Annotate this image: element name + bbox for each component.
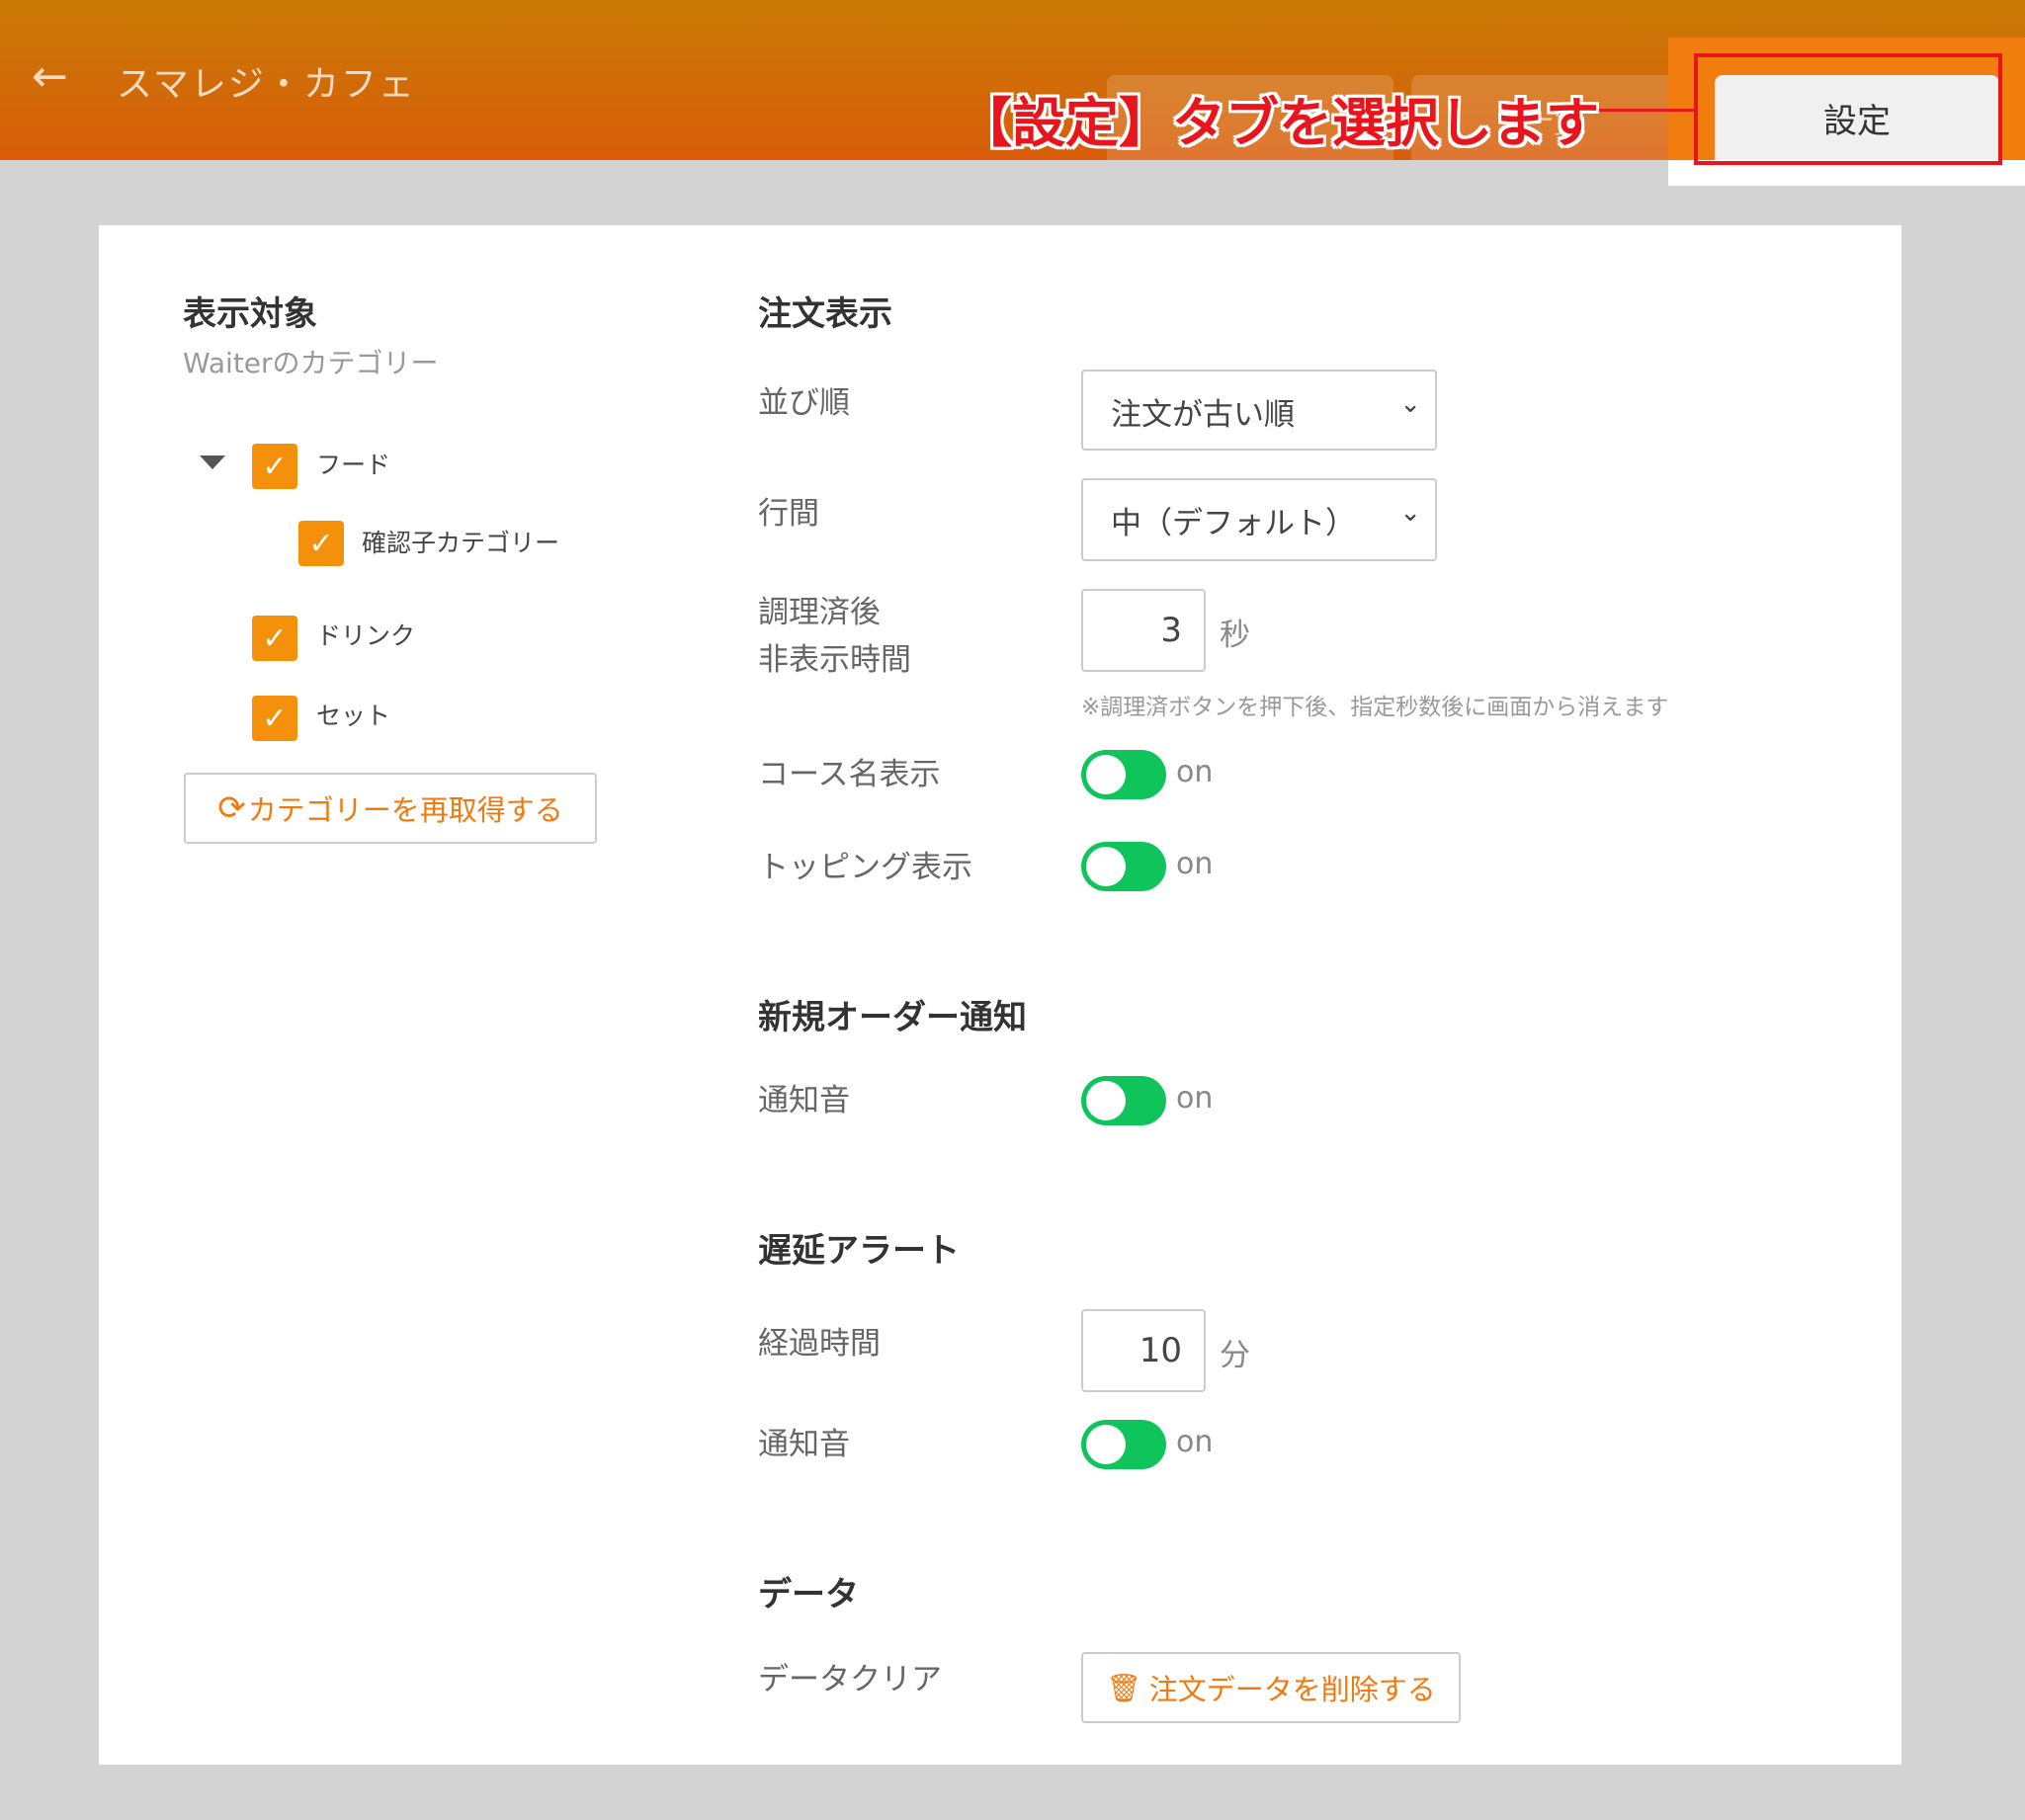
toggle-knob — [1086, 1425, 1126, 1464]
categories-subheading: Waiterのカテゴリー — [183, 347, 439, 379]
collapse-triangle-icon[interactable] — [200, 455, 225, 469]
callout-text: 【設定】タブを選択します — [959, 92, 1599, 154]
category-label-confirm-child: 確認子カテゴリー — [362, 529, 560, 557]
topping-label: トッピング表示 — [758, 850, 972, 885]
category-label-set: セット — [316, 702, 391, 730]
check-icon: ✓ — [262, 449, 288, 484]
hide-time-unit: 秒 — [1220, 618, 1250, 653]
course-name-toggle[interactable] — [1081, 750, 1166, 799]
checkbox-drink[interactable]: ✓ — [252, 616, 297, 661]
course-name-label: コース名表示 — [758, 757, 941, 792]
trash-icon: 🗑 — [1106, 1671, 1141, 1704]
data-heading: データ — [758, 1575, 859, 1614]
new-order-sound-toggle[interactable] — [1081, 1076, 1166, 1125]
spacing-label: 行間 — [758, 496, 819, 532]
chevron-down-icon: ⌄ — [1399, 389, 1421, 419]
delay-alert-heading: 遅延アラート — [758, 1231, 960, 1271]
order-display-heading: 注文表示 — [758, 294, 892, 334]
elapsed-time-unit: 分 — [1220, 1338, 1250, 1373]
spacing-select[interactable]: 中（デフォルト） ⌄ — [1081, 478, 1437, 561]
new-order-heading: 新規オーダー通知 — [758, 998, 1027, 1037]
categories-heading: 表示対象 — [183, 294, 317, 334]
delete-orders-button[interactable]: 🗑 注文データを削除する — [1081, 1652, 1461, 1723]
toggle-knob — [1086, 1081, 1126, 1120]
app-title: スマレジ・カフェ — [117, 64, 416, 105]
back-arrow-icon[interactable]: ← — [32, 55, 75, 99]
hide-time-label-2: 非表示時間 — [758, 642, 911, 678]
checkbox-confirm-child[interactable]: ✓ — [298, 521, 344, 566]
checkbox-set[interactable]: ✓ — [252, 696, 297, 741]
highlight-box — [1694, 53, 2002, 165]
checkbox-food[interactable]: ✓ — [252, 444, 297, 489]
elapsed-time-input[interactable]: 10 — [1081, 1309, 1206, 1392]
delete-orders-label: 注文データを削除する — [1148, 1673, 1436, 1706]
toggle-knob — [1086, 755, 1126, 794]
category-label-drink: ドリンク — [316, 621, 416, 650]
topping-toggle[interactable] — [1081, 842, 1166, 891]
spacing-select-value: 中（デフォルト） — [1111, 506, 1356, 541]
new-order-sound-state: on — [1176, 1081, 1214, 1116]
refresh-categories-label: カテゴリーを再取得する — [247, 793, 563, 827]
hide-time-input[interactable]: 3 — [1081, 589, 1206, 672]
category-label-food: フード — [316, 451, 391, 479]
new-order-sound-label: 通知音 — [758, 1083, 850, 1118]
check-icon: ✓ — [262, 701, 288, 736]
hide-time-note: ※調理済ボタンを押下後、指定秒数後に画面から消えます — [1081, 695, 1669, 720]
course-name-state: on — [1176, 755, 1214, 789]
refresh-categories-button[interactable]: ⟳ カテゴリーを再取得する — [184, 773, 597, 844]
refresh-icon: ⟳ — [217, 788, 246, 828]
delay-sound-state: on — [1176, 1425, 1214, 1459]
topping-state: on — [1176, 847, 1214, 881]
sort-label: 並び順 — [758, 385, 850, 421]
toggle-knob — [1086, 847, 1126, 886]
sort-select-value: 注文が古い順 — [1111, 397, 1295, 433]
check-icon: ✓ — [262, 620, 288, 656]
delay-sound-toggle[interactable] — [1081, 1420, 1166, 1469]
check-icon: ✓ — [308, 526, 334, 561]
sort-select[interactable]: 注文が古い順 ⌄ — [1081, 370, 1437, 451]
chevron-down-icon: ⌄ — [1399, 498, 1421, 528]
delay-sound-label: 通知音 — [758, 1427, 850, 1462]
hide-time-label-1: 調理済後 — [758, 595, 881, 630]
data-clear-label: データクリア — [758, 1662, 942, 1697]
elapsed-time-label: 経過時間 — [758, 1326, 881, 1362]
